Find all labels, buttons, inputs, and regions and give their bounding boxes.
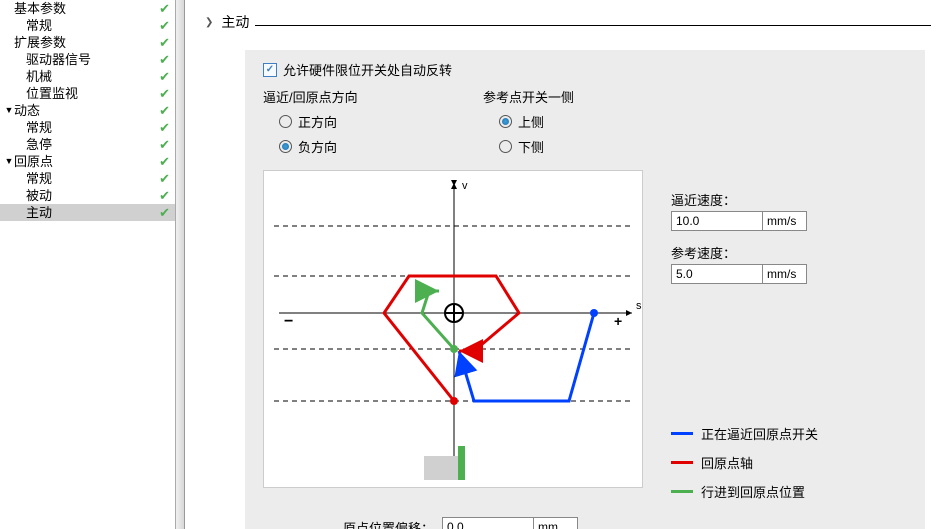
legend-green-icon xyxy=(671,490,693,493)
expander-icon[interactable]: ▼ xyxy=(4,102,14,119)
offset-input[interactable] xyxy=(442,517,534,529)
tree-item-mechanics[interactable]: 机械✔ xyxy=(0,68,184,85)
tree-item-active[interactable]: 主动✔ xyxy=(0,204,184,221)
radio-positive-dir-label: 正方向 xyxy=(298,112,337,131)
tree-item-passive[interactable]: 被动✔ xyxy=(0,187,184,204)
check-icon: ✔ xyxy=(159,86,170,102)
radio-upper-side[interactable] xyxy=(499,115,512,128)
tree-item-emergency[interactable]: 急停✔ xyxy=(0,136,184,153)
radio-negative-dir-label: 负方向 xyxy=(298,137,337,156)
offset-unit[interactable]: mm xyxy=(534,517,578,529)
legend-red-label: 回原点轴 xyxy=(701,453,753,472)
tree-item-basic-params[interactable]: 基本参数✔ xyxy=(0,0,184,17)
expander-icon[interactable]: ▼ xyxy=(4,153,14,170)
tree-item-dyn-general[interactable]: 常规✔ xyxy=(0,119,184,136)
auto-reverse-checkbox-row: ✓ 允许硬件限位开关处自动反转 xyxy=(263,60,907,79)
tree-item-homing[interactable]: ▼回原点✔ xyxy=(0,153,184,170)
tree-item-drive-signals[interactable]: 驱动器信号✔ xyxy=(0,51,184,68)
chevron-right-icon[interactable]: ❯ xyxy=(205,17,213,28)
approach-speed-label: 逼近速度： xyxy=(671,190,818,209)
legend: 正在逼近回原点开关 回原点轴 行进到回原点位置 xyxy=(671,424,818,501)
check-icon: ✔ xyxy=(159,35,170,51)
section-title: 主动 xyxy=(221,12,249,32)
plus-sign: + xyxy=(614,313,622,329)
check-icon: ✔ xyxy=(159,171,170,187)
direction-heading: 逼近/回原点方向 xyxy=(263,87,483,106)
check-icon: ✔ xyxy=(159,120,170,136)
homing-diagram: v s − + xyxy=(263,170,643,488)
legend-blue-icon xyxy=(671,432,693,435)
legend-blue-label: 正在逼近回原点开关 xyxy=(701,424,818,443)
tree-item-homing-general[interactable]: 常规✔ xyxy=(0,170,184,187)
v-axis-label: v xyxy=(462,180,468,192)
reference-speed-unit[interactable]: mm/s xyxy=(763,264,807,284)
radio-upper-side-label: 上侧 xyxy=(518,112,544,131)
refside-radio-group: 参考点开关一侧 上侧 下侧 xyxy=(483,87,703,162)
check-icon: ✔ xyxy=(159,18,170,34)
divider xyxy=(255,25,931,26)
radio-lower-side[interactable] xyxy=(499,140,512,153)
legend-green-label: 行进到回原点位置 xyxy=(701,482,805,501)
tree-item-position-monitor[interactable]: 位置监视✔ xyxy=(0,85,184,102)
check-icon: ✔ xyxy=(159,1,170,17)
check-icon: ✔ xyxy=(159,137,170,153)
offset-label: 原点位置偏移： xyxy=(343,518,434,529)
auto-reverse-checkbox[interactable]: ✓ xyxy=(263,63,277,77)
reference-speed-label: 参考速度： xyxy=(671,243,818,262)
check-icon: ✔ xyxy=(159,52,170,68)
check-icon: ✔ xyxy=(159,103,170,119)
tree-item-dynamics[interactable]: ▼动态✔ xyxy=(0,102,184,119)
check-icon: ✔ xyxy=(159,154,170,170)
approach-speed-unit[interactable]: mm/s xyxy=(763,211,807,231)
direction-radio-group: 逼近/回原点方向 正方向 负方向 xyxy=(263,87,483,162)
check-icon: ✔ xyxy=(159,205,170,221)
radio-positive-dir[interactable] xyxy=(279,115,292,128)
nav-tree[interactable]: 基本参数✔ 常规✔ 扩展参数✔ 驱动器信号✔ 机械✔ 位置监视✔ ▼动态✔ 常规… xyxy=(0,0,185,529)
tree-item-general[interactable]: 常规✔ xyxy=(0,17,184,34)
config-panel: ✓ 允许硬件限位开关处自动反转 逼近/回原点方向 正方向 负方向 参考点开关一侧… xyxy=(245,50,925,529)
reference-speed-input[interactable] xyxy=(671,264,763,284)
tree-item-extended-params[interactable]: 扩展参数✔ xyxy=(0,34,184,51)
minus-sign: − xyxy=(284,313,293,330)
legend-red-icon xyxy=(671,461,693,464)
section-header: ❯ 主动 xyxy=(205,12,931,32)
auto-reverse-label: 允许硬件限位开关处自动反转 xyxy=(283,60,452,79)
main-content: ❯ 主动 ✓ 允许硬件限位开关处自动反转 逼近/回原点方向 正方向 负方向 参考… xyxy=(185,0,951,529)
s-axis-label: s xyxy=(636,300,642,312)
approach-speed-input[interactable] xyxy=(671,211,763,231)
refside-heading: 参考点开关一侧 xyxy=(483,87,703,106)
radio-lower-side-label: 下侧 xyxy=(518,137,544,156)
radio-negative-dir[interactable] xyxy=(279,140,292,153)
check-icon: ✔ xyxy=(159,69,170,85)
check-icon: ✔ xyxy=(159,188,170,204)
